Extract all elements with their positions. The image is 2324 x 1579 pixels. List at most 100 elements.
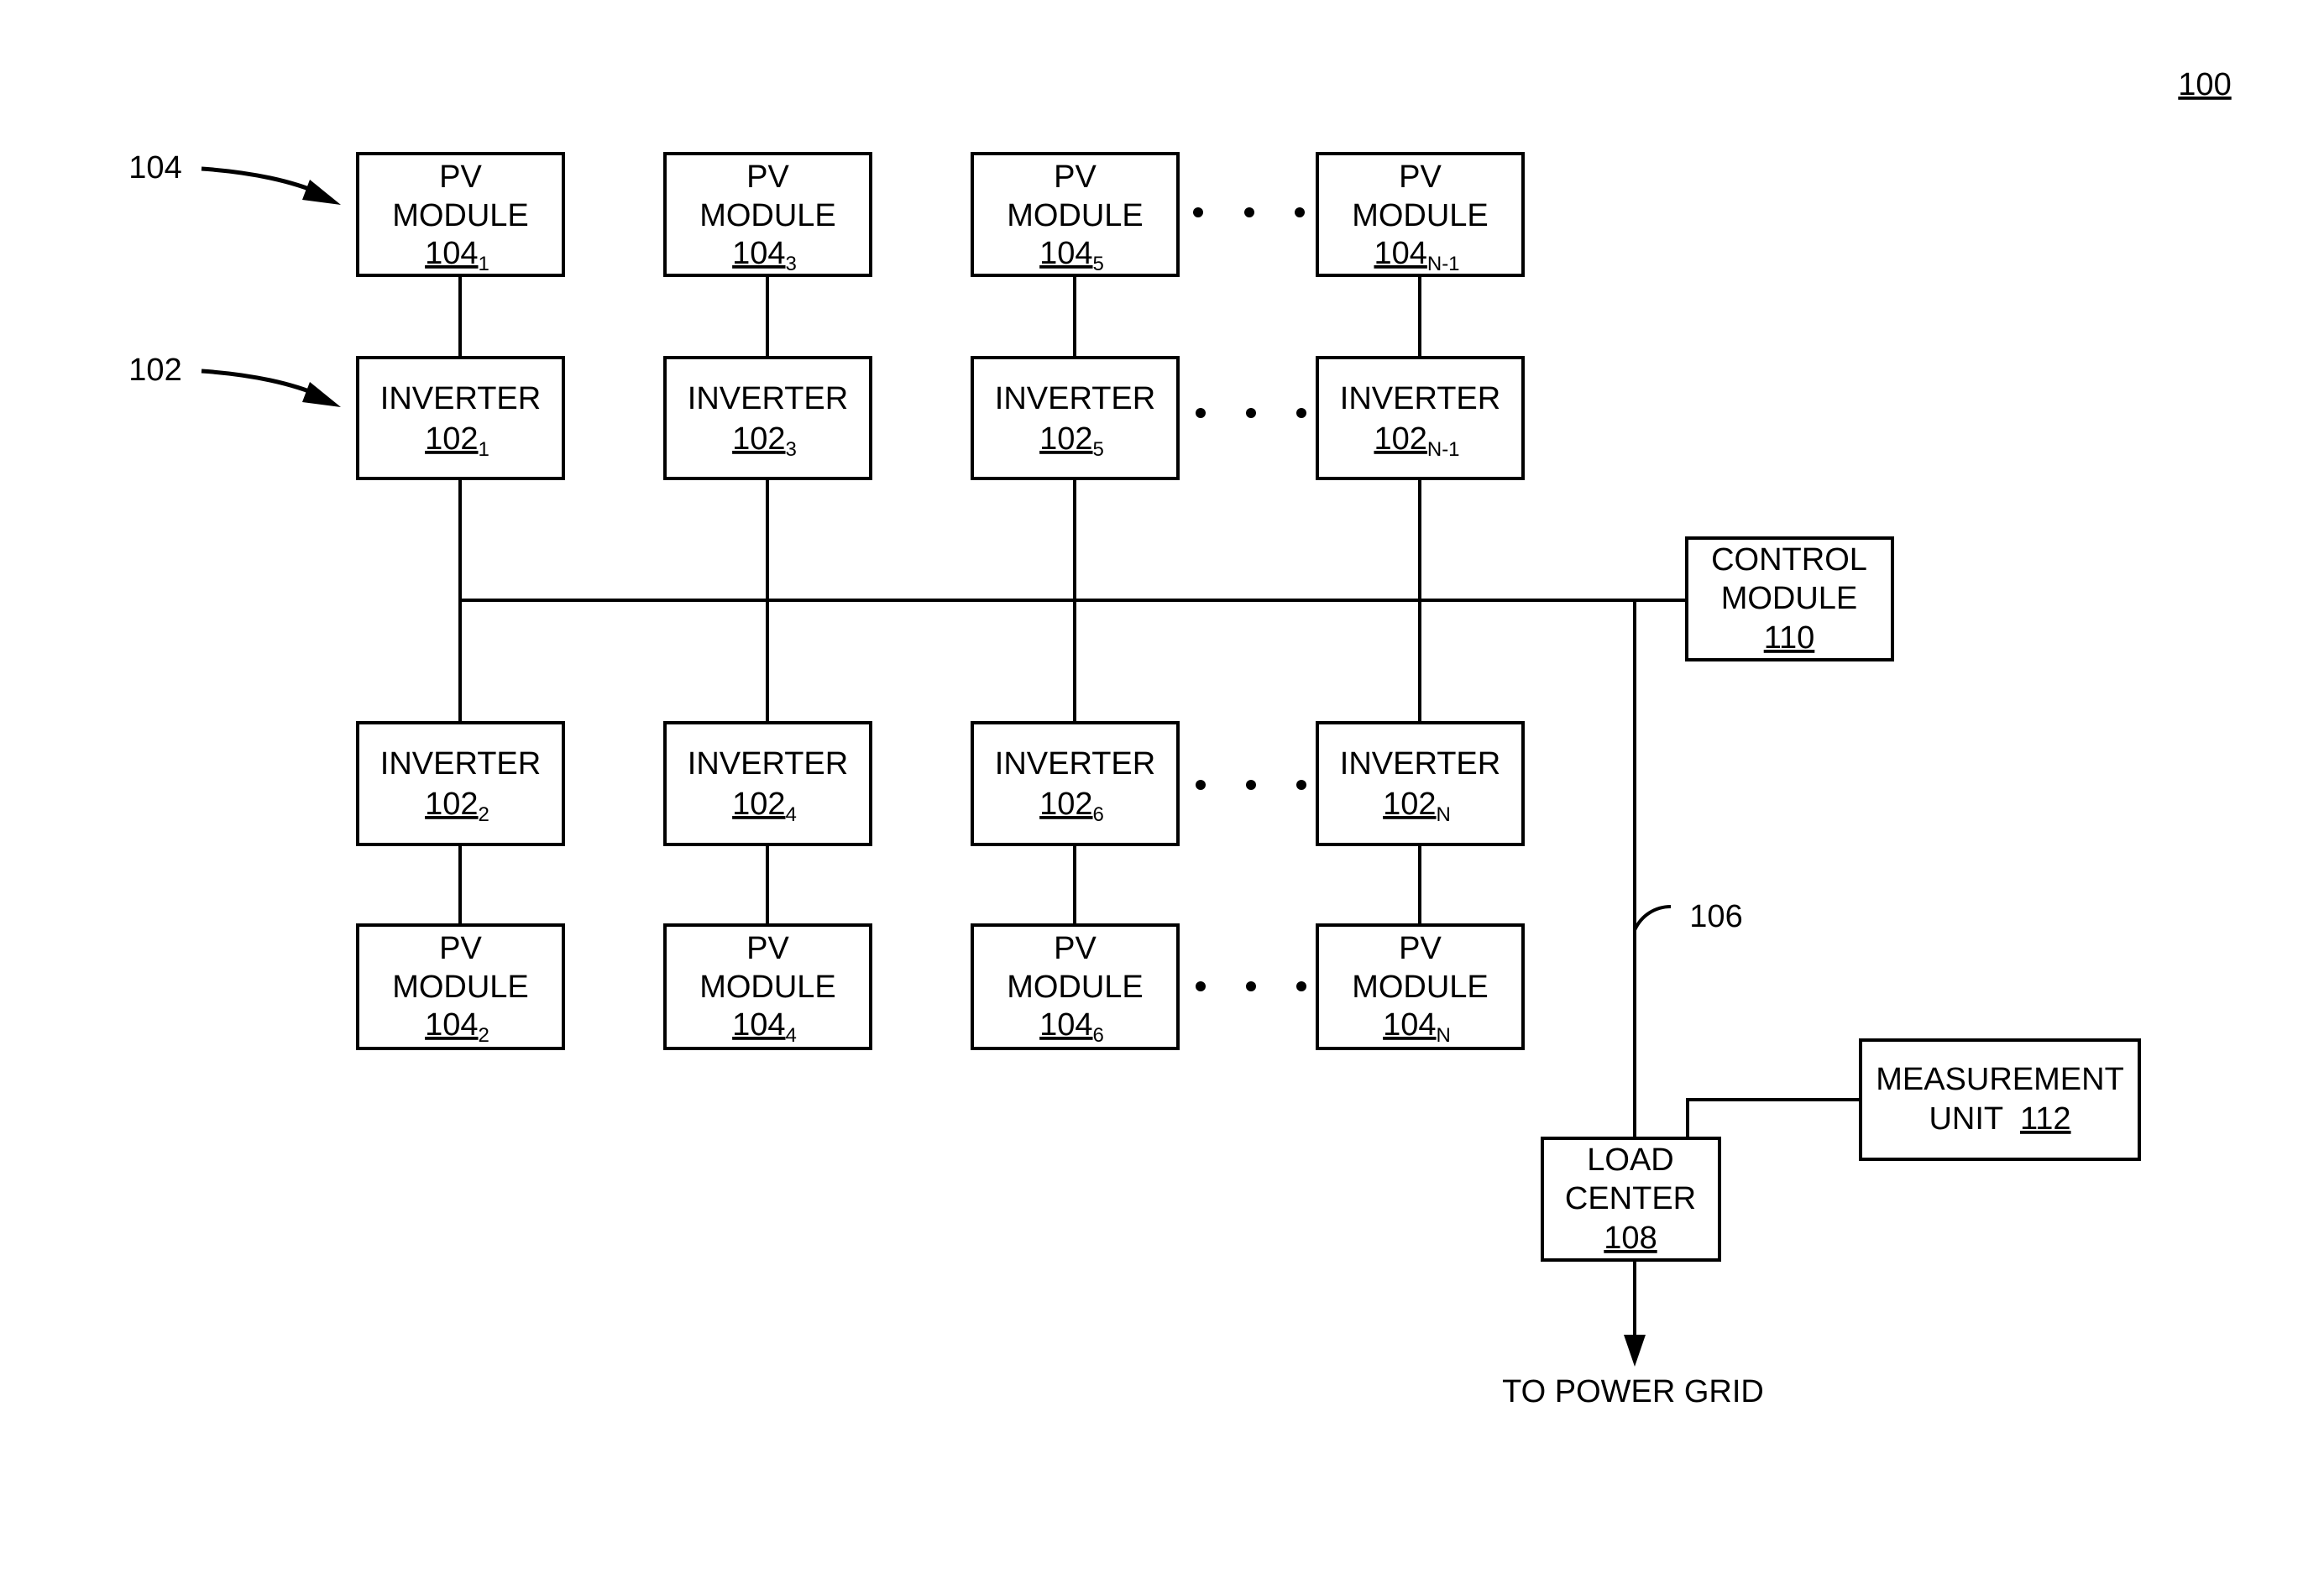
pv-module-104-5-ref-number: 104 [1039,236,1092,271]
inverter-102-4-box [663,721,872,846]
inverter-102-3-ref-subscript: 3 [786,438,797,461]
callout-102: 102 [128,353,341,407]
pv-module-104-6-label-line2: MODULE [1007,970,1144,1005]
inverter-102-5: INVERTER 1025 [971,356,1180,480]
pv-module-104-2-ref-number: 104 [425,1007,478,1043]
inverter-102-4-ref-subscript: 4 [786,803,797,826]
callout-102-label: 102 [128,353,181,388]
callout-106-label: 106 [1689,899,1742,934]
inverter-102-5-label-line1: INVERTER [995,381,1155,416]
ellipsis-row1 [1193,207,1305,217]
inverter-102-5-ref-subscript: 5 [1093,438,1104,461]
inverter-102-4: INVERTER 1024 [663,721,872,846]
pv-module-104-3-ref-subscript: 3 [786,253,797,275]
pv-module-104-1-ref-number: 104 [425,236,478,271]
pv-module-104-4-label-line1: PV [746,931,789,966]
measurement-unit: MEASUREMENT UNIT 112 [1859,1038,2141,1161]
inverter-102-N-1-ref-number: 102 [1374,421,1426,457]
inverter-102-3-ref-number: 102 [732,421,785,457]
control-module-line1: CONTROL [1711,542,1867,578]
inverter-102-1-box [356,356,565,480]
control-module-ref: 110 [1764,620,1815,656]
pv-module-104-5: PVMODULE1045 [971,152,1180,277]
control-module-line2: MODULE [1721,581,1858,616]
pv-module-104-4-ref-number: 104 [732,1007,785,1043]
pv-module-104-2-ref-subscript: 2 [479,1024,489,1047]
ellipsis-row4 [1196,981,1306,991]
pv-module-104-5-ref-subscript: 5 [1093,253,1104,275]
callout-104: 104 [128,150,341,205]
callout-104-arrow-icon [201,166,325,197]
ellipsis-row2 [1196,408,1306,418]
inverter-102-4-ref-number: 102 [732,787,785,822]
inverter-102-5-box [971,356,1180,480]
inverter-102-1-ref-number: 102 [425,421,478,457]
inverter-102-1-ref-subscript: 1 [479,438,489,461]
output-label: TO POWER GRID [1502,1374,1764,1409]
pv-module-104-N-1-label-line1: PV [1399,159,1442,195]
measurement-connector [1686,1098,1861,1138]
inverter-102-2-label-line1: INVERTER [380,746,541,782]
inverter-102-4-label-line1: INVERTER [688,746,848,782]
output-arrow-icon [1624,1335,1646,1367]
pv-module-104-N-label-line2: MODULE [1352,970,1489,1005]
callout-106-hook-icon [1633,905,1672,931]
inverter-102-2-box [356,721,565,846]
inverter-102-N-1-ref-subscript: N-1 [1427,438,1460,461]
load-center-ref: 108 [1604,1221,1657,1256]
measurement-unit-ref: 112 [2020,1101,2071,1137]
pv-module-104-1-label-line1: PV [439,159,482,195]
pv-module-104-N-1-label-line2: MODULE [1352,198,1489,233]
pv-module-104-4-label-line2: MODULE [699,970,836,1005]
system-block-diagram: 100 104 102 106 PVMODULE1041INVERTER1021… [128,67,2231,1409]
pv-module-104-N-1-ref-subscript: N-1 [1427,253,1460,275]
pv-module-104-1-ref-subscript: 1 [479,253,489,275]
ellipsis-row3 [1196,780,1306,790]
pv-module-104-N: PV MODULE104N [1316,923,1525,1050]
load-center-line1: LOAD [1587,1142,1673,1178]
measurement-unit-line2: UNIT 112 [1929,1101,2070,1137]
pv-module-104-2-label-line1: PV [439,931,482,966]
pv-module-104-3-ref-number: 104 [732,236,785,271]
pv-module-104-1: PVMODULE1041 [356,152,565,277]
callout-102-arrow-icon [201,369,325,400]
inverter-102-3-box [663,356,872,480]
inverter-102-N-ref-number: 102 [1383,787,1436,822]
inverter-102-6: INVERTER 1026 [971,721,1180,846]
pv-module-104-6-label-line1: PV [1054,931,1097,966]
pv-module-104-N-ref-subscript: N [1437,1024,1451,1047]
inverter-102-6-box [971,721,1180,846]
inverter-102-N: INVERTER 102N [1316,721,1525,846]
inverter-102-N-label-line1: INVERTER [1340,746,1500,782]
inverter-102-3-label-line1: INVERTER [688,381,848,416]
pv-module-104-6: PV MODULE1046 [971,923,1180,1050]
pv-module-104-N-ref-number: 104 [1383,1007,1436,1043]
figure-reference: 100 [2178,67,2231,102]
pv-module-104-3-label-line2: MODULE [699,198,836,233]
callout-104-arrowhead-icon [302,180,341,205]
measurement-unit-line2-text: UNIT [1929,1101,2002,1137]
inverter-102-6-ref-number: 102 [1039,787,1092,822]
inverter-102-N-1-box [1316,356,1525,480]
pv-module-104-2-label-line2: MODULE [392,970,529,1005]
pv-module-104-2: PV MODULE1042 [356,923,565,1050]
control-module: CONTROL MODULE 110 [1685,536,1894,661]
pv-module-104-5-label-line1: PV [1054,159,1097,195]
pv-module-104-N-1-ref-number: 104 [1374,236,1426,271]
inverter-102-N-1-label-line1: INVERTER [1340,381,1500,416]
callout-104-label: 104 [128,150,181,186]
inverter-102-N-box [1316,721,1525,846]
inverter-102-N-1: INVERTER 102N-1 [1316,356,1525,480]
pv-module-104-N-1: PVMODULE104N-1 [1316,152,1525,277]
inverter-102-6-ref-subscript: 6 [1093,803,1104,826]
inverter-102-5-ref-number: 102 [1039,421,1092,457]
inverter-102-1: INVERTER 1021 [356,356,565,480]
measurement-unit-line1: MEASUREMENT [1876,1062,2124,1097]
inverter-102-2: INVERTER 1022 [356,721,565,846]
callout-102-arrowhead-icon [302,382,341,407]
inverter-102-1-label-line1: INVERTER [380,381,541,416]
inverter-102-3: INVERTER 1023 [663,356,872,480]
pv-module-104-3: PVMODULE1043 [663,152,872,277]
pv-module-104-1-label-line2: MODULE [392,198,529,233]
pv-module-104-6-ref-subscript: 6 [1093,1024,1104,1047]
